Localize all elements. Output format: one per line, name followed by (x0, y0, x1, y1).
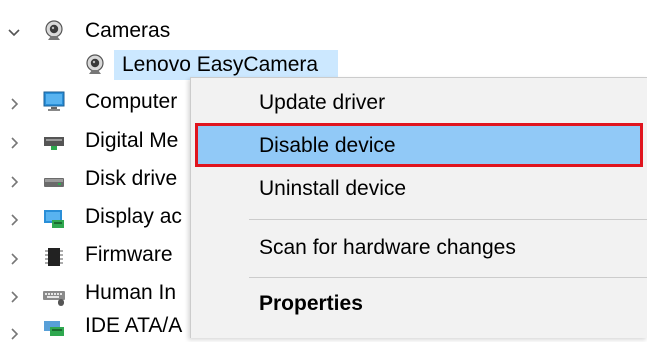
menu-item-uninstall-device[interactable]: Uninstall device (191, 168, 647, 210)
chevron-right-icon[interactable] (6, 326, 22, 342)
menu-item-label: Update driver (259, 91, 386, 114)
ide-controller-icon (42, 315, 66, 339)
webcam-icon (83, 53, 107, 77)
chevron-right-icon[interactable] (6, 251, 22, 267)
tree-item-digital-media[interactable]: Digital Me (85, 126, 178, 156)
menu-item-label: Properties (259, 292, 363, 315)
tree-item-computer[interactable]: Computer (85, 87, 177, 117)
display-adapter-icon (42, 206, 66, 230)
menu-item-scan-hardware[interactable]: Scan for hardware changes (191, 227, 647, 269)
chip-icon (42, 245, 66, 269)
tree-item-disk-drives[interactable]: Disk drive (85, 164, 177, 194)
chevron-right-icon[interactable] (6, 96, 22, 112)
chevron-right-icon[interactable] (6, 135, 22, 151)
tree-item-human-interface[interactable]: Human In (85, 278, 176, 308)
monitor-icon (42, 89, 66, 113)
menu-separator (249, 277, 647, 278)
menu-item-properties[interactable]: Properties (191, 283, 647, 325)
context-menu: Update driver Disable device Uninstall d… (190, 77, 647, 338)
menu-item-disable-device[interactable]: Disable device (197, 125, 641, 167)
tree-item-cameras[interactable]: Cameras (85, 16, 170, 46)
chevron-right-icon[interactable] (6, 174, 22, 190)
tree-item-lenovo-easycamera[interactable]: Lenovo EasyCamera (122, 50, 318, 80)
webcam-icon (42, 19, 66, 43)
tree-item-display-adapters[interactable]: Display ac (85, 202, 182, 232)
disk-drive-icon (42, 168, 66, 192)
chevron-right-icon[interactable] (6, 212, 22, 228)
menu-item-update-driver[interactable]: Update driver (191, 82, 647, 124)
keyboard-mouse-icon (42, 283, 66, 307)
tree-item-firmware[interactable]: Firmware (85, 240, 173, 270)
menu-separator (249, 219, 647, 220)
menu-item-label: Scan for hardware changes (259, 236, 516, 259)
chevron-down-icon[interactable] (6, 24, 22, 40)
chevron-right-icon[interactable] (6, 289, 22, 305)
network-card-icon (42, 129, 66, 153)
menu-item-label: Uninstall device (259, 177, 407, 200)
menu-item-label: Disable device (259, 134, 396, 157)
